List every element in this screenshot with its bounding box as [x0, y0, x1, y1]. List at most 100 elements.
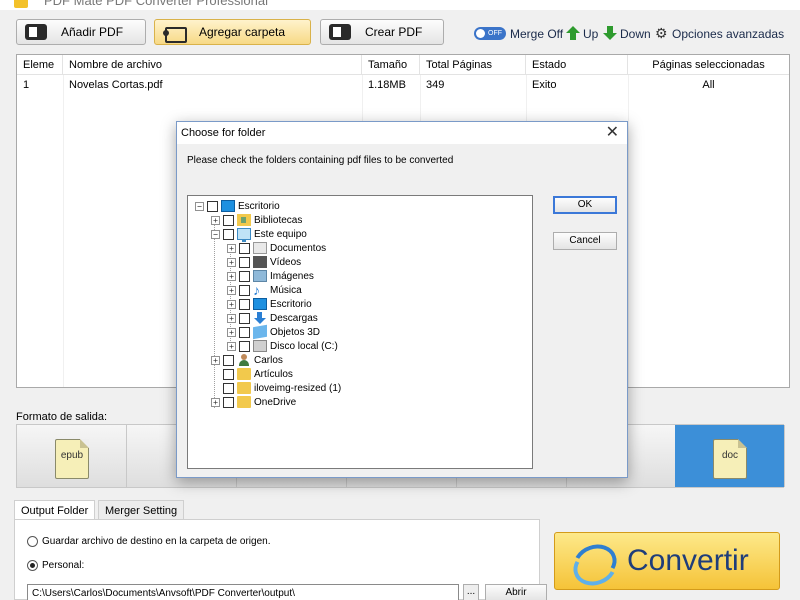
expand-icon[interactable]: + — [211, 355, 220, 365]
tree-node-escritorio-sub[interactable]: + Escritorio — [227, 297, 312, 311]
expand-icon[interactable]: + — [211, 397, 220, 407]
column-header-selected-pages[interactable]: Páginas seleccionadas — [628, 55, 789, 75]
tree-checkbox[interactable] — [223, 214, 234, 226]
expand-icon[interactable]: + — [227, 341, 236, 351]
folder-tree[interactable]: − Escritorio + Bibliotecas − Este equipo… — [187, 195, 533, 469]
tree-node-carlos[interactable]: + Carlos — [211, 353, 283, 367]
pictures-icon — [253, 270, 267, 282]
expand-icon[interactable]: + — [227, 313, 236, 323]
tree-checkbox[interactable] — [239, 284, 250, 296]
collapse-icon[interactable]: − — [211, 229, 220, 239]
column-header-status[interactable]: Estado — [526, 55, 628, 75]
tree-node-descargas[interactable]: + Descargas — [227, 311, 318, 325]
add-folder-button[interactable]: Agregar carpeta — [154, 19, 311, 45]
merge-toggle[interactable]: OFF — [474, 27, 506, 40]
tree-checkbox[interactable] — [223, 228, 234, 240]
tree-checkbox[interactable] — [239, 340, 250, 352]
row-selected-pages[interactable]: All — [628, 76, 789, 94]
tree-node-escritorio[interactable]: − Escritorio — [195, 199, 280, 213]
tree-node-imagenes[interactable]: + Imágenes — [227, 269, 314, 283]
row-file-name: Novelas Cortas.pdf — [69, 79, 163, 91]
output-folder-panel: Guardar archivo de destino en la carpeta… — [14, 519, 547, 600]
expand-icon[interactable]: + — [227, 327, 236, 337]
tree-node-label: Escritorio — [270, 298, 312, 310]
format-tile-epub[interactable]: epub — [17, 425, 127, 487]
radio-custom-folder[interactable] — [27, 560, 38, 571]
tab-output-folder[interactable]: Output Folder — [14, 500, 96, 520]
radio-source-folder-row[interactable]: Guardar archivo de destino en la carpeta… — [27, 536, 270, 547]
column-header-size[interactable]: Tamaño — [362, 55, 420, 75]
tree-node-label: Escritorio — [238, 200, 280, 212]
up-button[interactable]: Up — [583, 27, 598, 41]
add-pdf-button[interactable]: Añadir PDF — [16, 19, 146, 45]
up-arrow-icon[interactable] — [566, 26, 580, 40]
open-folder-button[interactable]: Abrir — [485, 584, 547, 600]
app-icon — [14, 0, 28, 8]
expand-icon[interactable]: + — [211, 215, 220, 225]
merge-label[interactable]: Merge Off — [510, 27, 563, 41]
tree-checkbox[interactable] — [239, 298, 250, 310]
folder-icon — [237, 382, 251, 394]
tree-node-label: Objetos 3D — [270, 326, 321, 338]
tree-node-bibliotecas[interactable]: + Bibliotecas — [211, 213, 302, 227]
tree-node-objetos-3d[interactable]: + Objetos 3D — [227, 324, 321, 340]
expand-icon[interactable]: + — [227, 243, 236, 253]
tree-node-iloveimg[interactable]: iloveimg-resized (1) — [211, 381, 341, 395]
tab-merger-setting[interactable]: Merger Setting — [98, 500, 185, 520]
tree-checkbox[interactable] — [223, 354, 234, 366]
tree-node-disco-local[interactable]: + Disco local (C:) — [227, 339, 338, 353]
radio-source-folder-label: Guardar archivo de destino en la carpeta… — [42, 536, 271, 547]
expand-icon[interactable]: + — [227, 299, 236, 309]
advanced-options-button[interactable]: Opciones avanzadas — [672, 27, 784, 41]
add-folder-label: Agregar carpeta — [199, 25, 286, 39]
ok-button[interactable]: OK — [553, 196, 617, 214]
tree-checkbox[interactable] — [239, 256, 250, 268]
radio-custom-folder-row[interactable]: Personal: — [27, 560, 84, 571]
tree-checkbox[interactable] — [223, 382, 234, 394]
grid-line — [63, 75, 64, 387]
tree-checkbox[interactable] — [239, 270, 250, 282]
radio-source-folder[interactable] — [27, 536, 38, 547]
tree-node-este-equipo[interactable]: − Este equipo — [211, 227, 307, 242]
tree-checkbox[interactable] — [207, 200, 218, 212]
tree-node-videos[interactable]: + Vídeos — [227, 255, 301, 269]
expand-icon[interactable]: + — [227, 257, 236, 267]
browse-button[interactable]: ... — [463, 584, 479, 600]
collapse-icon[interactable]: − — [195, 201, 204, 211]
tree-checkbox[interactable] — [239, 326, 250, 338]
tree-node-label: Documentos — [270, 242, 327, 254]
gear-icon[interactable]: ⚙ — [655, 25, 668, 42]
tree-node-label: Vídeos — [270, 256, 302, 268]
down-button[interactable]: Down — [620, 27, 651, 41]
expand-icon[interactable]: + — [227, 285, 236, 295]
close-icon[interactable]: ✕ — [606, 124, 619, 142]
tree-node-onedrive[interactable]: + OneDrive — [211, 395, 296, 409]
cancel-button[interactable]: Cancel — [553, 232, 617, 250]
desktop-icon — [221, 200, 235, 212]
doc-file-icon: doc — [713, 439, 747, 479]
create-pdf-button[interactable]: Crear PDF — [320, 19, 444, 45]
tree-checkbox[interactable] — [239, 242, 250, 254]
expand-icon[interactable]: + — [227, 271, 236, 281]
tree-node-documentos[interactable]: + Documentos — [227, 241, 326, 255]
tree-checkbox[interactable] — [223, 396, 234, 408]
down-arrow-icon[interactable] — [603, 26, 617, 40]
tree-checkbox[interactable] — [223, 368, 234, 380]
radio-custom-folder-label: Personal: — [42, 560, 85, 571]
tree-checkbox[interactable] — [239, 312, 250, 324]
convert-button[interactable]: Convertir — [554, 532, 780, 590]
column-header-name[interactable]: Nombre de archivo — [63, 55, 362, 75]
tree-node-label: Bibliotecas — [254, 214, 303, 226]
table-row[interactable]: 1 Novelas Cortas.pdf 1.18MB 349 Exito Al… — [17, 76, 789, 94]
tree-node-musica[interactable]: + ♪ Música — [227, 283, 302, 297]
user-icon — [237, 354, 251, 366]
column-header-index[interactable]: Eleme — [17, 55, 63, 75]
column-header-pages[interactable]: Total Páginas — [420, 55, 526, 75]
format-tile-doc[interactable]: doc — [675, 425, 785, 487]
tree-node-label: Disco local (C:) — [270, 340, 338, 352]
table-header: Eleme Nombre de archivo Tamaño Total Pág… — [17, 55, 789, 75]
output-path-input[interactable] — [27, 584, 459, 600]
folder-icon — [237, 368, 251, 380]
tree-node-articulos[interactable]: Artículos — [211, 367, 293, 381]
